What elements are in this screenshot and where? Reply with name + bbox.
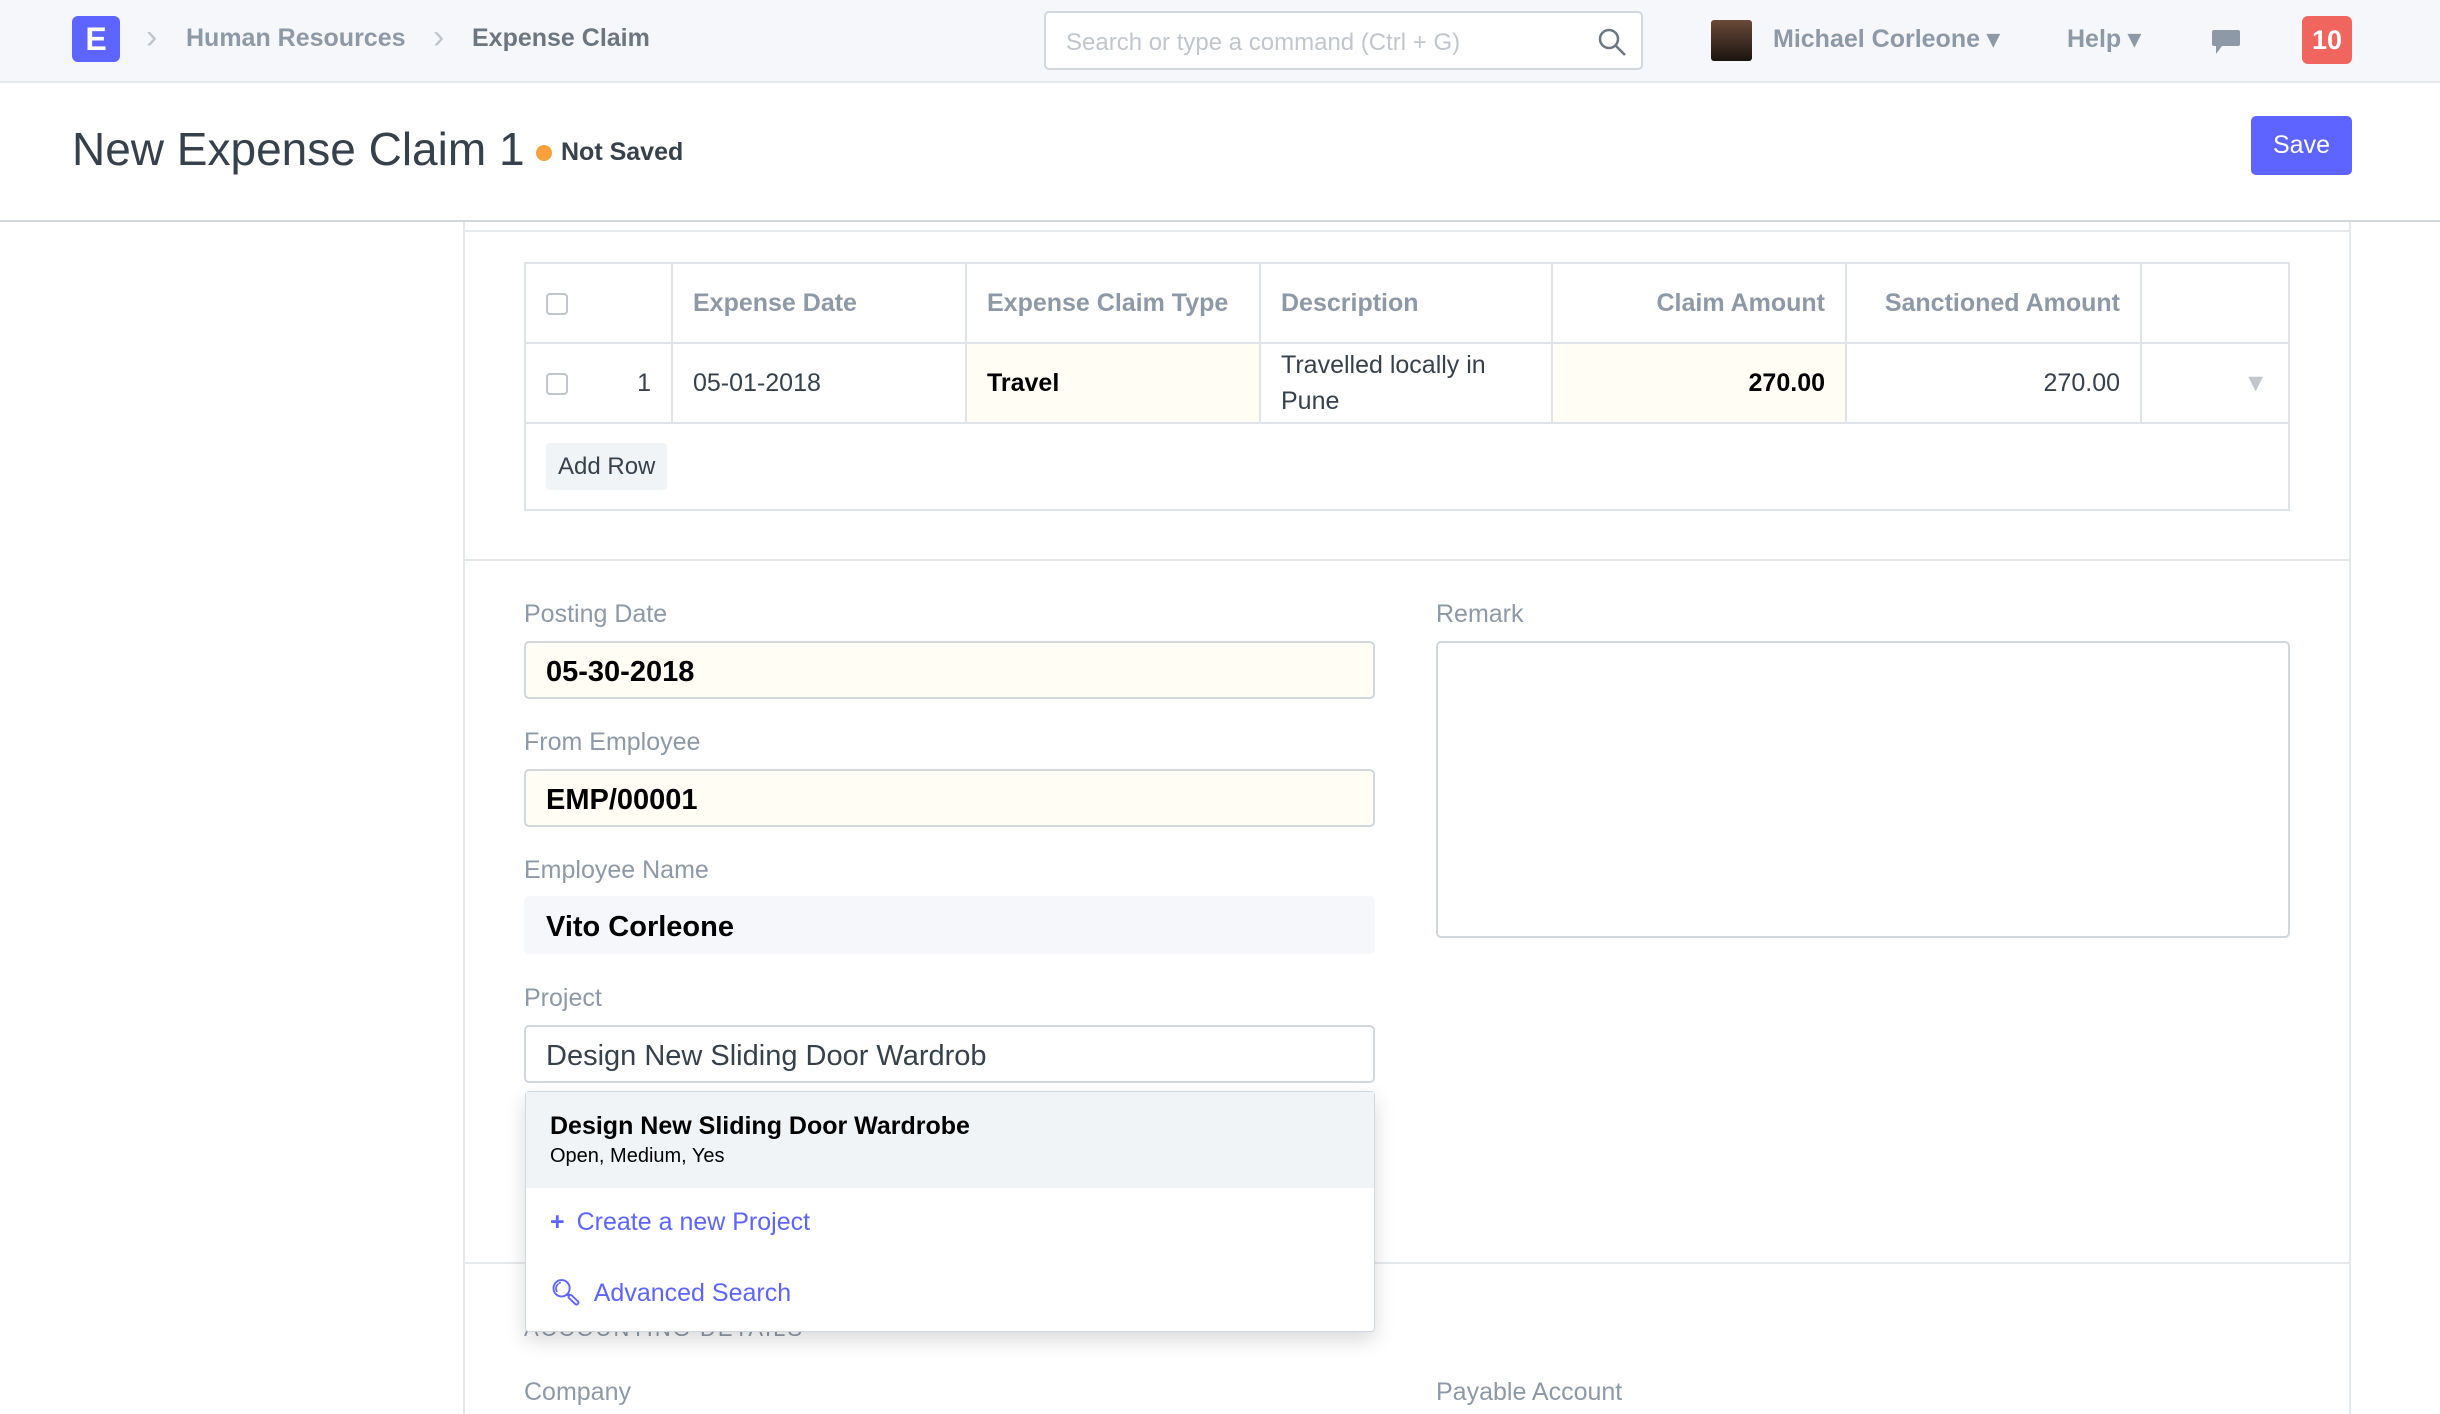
project-input[interactable]: Design New Sliding Door Wardrob	[524, 1025, 1375, 1083]
search-input[interactable]: Search or type a command (Ctrl + G)	[1044, 11, 1643, 70]
payable-account-label: Payable Account	[1436, 1378, 1623, 1406]
col-claim-type: Expense Claim Type	[965, 262, 1261, 344]
app-logo[interactable]: E	[72, 16, 120, 62]
avatar[interactable]	[1711, 20, 1752, 61]
select-all-checkbox[interactable]	[546, 292, 568, 315]
employee-name-label: Employee Name	[524, 856, 709, 884]
cell-claim[interactable]: 270.00	[1551, 342, 1847, 424]
col-description: Description	[1259, 262, 1553, 344]
col-expense-date: Expense Date	[671, 262, 967, 344]
remark-label: Remark	[1436, 600, 1524, 628]
notification-badge[interactable]: 10	[2302, 16, 2352, 64]
row-expand-icon[interactable]: ▼	[2140, 342, 2290, 424]
project-label: Project	[524, 984, 602, 1012]
posting-date-input[interactable]: 05-30-2018	[524, 641, 1375, 699]
from-employee-label: From Employee	[524, 728, 701, 756]
plus-icon: +	[550, 1208, 565, 1236]
remark-textarea[interactable]	[1436, 641, 2290, 938]
from-employee-input[interactable]: EMP/00001	[524, 769, 1375, 827]
project-dropdown: Design New Sliding Door Wardrobe Open, M…	[525, 1091, 1375, 1332]
search-icon: 🔍︎	[550, 1279, 582, 1307]
search-icon	[1598, 28, 1626, 56]
page-title: New Expense Claim 1	[72, 123, 525, 175]
col-claim-amount: Claim Amount	[1551, 262, 1847, 344]
divider	[463, 230, 2351, 232]
search-placeholder: Search or type a command (Ctrl + G)	[1066, 29, 1461, 56]
option-title: Design New Sliding Door Wardrobe	[550, 1112, 970, 1140]
breadcrumb-human-resources[interactable]: Human Resources	[186, 24, 406, 53]
employee-name-value: Vito Corleone	[524, 896, 1375, 954]
add-row-button[interactable]: Add Row	[546, 443, 668, 490]
cell-description[interactable]: Travelled locally in Pune	[1259, 342, 1553, 424]
table-header: Expense Date Expense Claim Type Descript…	[524, 262, 2290, 344]
col-sanctioned-amount: Sanctioned Amount	[1845, 262, 2142, 344]
user-menu[interactable]: Michael Corleone ▾	[1773, 24, 2000, 54]
chevron-right-icon: ›	[146, 18, 158, 56]
row-checkbox[interactable]	[546, 372, 568, 395]
create-project-option[interactable]: + Create a new Project	[526, 1188, 1374, 1257]
chat-icon[interactable]	[2210, 28, 2242, 56]
status-indicator: Not Saved	[561, 138, 684, 166]
table-row[interactable]: 1 05-01-2018 Travel Travelled locally in…	[524, 342, 2290, 424]
posting-date-label: Posting Date	[524, 600, 668, 628]
user-name: Michael Corleone	[1773, 25, 1980, 53]
option-subtitle: Open, Medium, Yes	[550, 1145, 725, 1167]
company-label: Company	[524, 1378, 631, 1406]
create-label: Create a new Project	[576, 1208, 811, 1236]
help-label: Help	[2067, 25, 2122, 53]
cell-sanctioned[interactable]: 270.00	[1845, 342, 2142, 424]
divider	[463, 559, 2351, 561]
dropdown-item-project[interactable]: Design New Sliding Door Wardrobe Open, M…	[526, 1092, 1374, 1188]
advanced-search-option[interactable]: 🔍︎ Advanced Search	[526, 1257, 1374, 1330]
row-index: 1	[637, 368, 651, 397]
advanced-label: Advanced Search	[593, 1279, 792, 1307]
save-button[interactable]: Save	[2251, 116, 2352, 175]
cell-type[interactable]: Travel	[965, 342, 1261, 424]
status-dot-icon	[536, 145, 552, 161]
expenses-table: Expense Date Expense Claim Type Descript…	[524, 262, 2290, 511]
breadcrumb-expense-claim[interactable]: Expense Claim	[472, 24, 650, 53]
cell-date[interactable]: 05-01-2018	[671, 342, 967, 424]
chevron-right-icon: ›	[433, 18, 445, 56]
help-menu[interactable]: Help ▾	[2067, 24, 2141, 54]
